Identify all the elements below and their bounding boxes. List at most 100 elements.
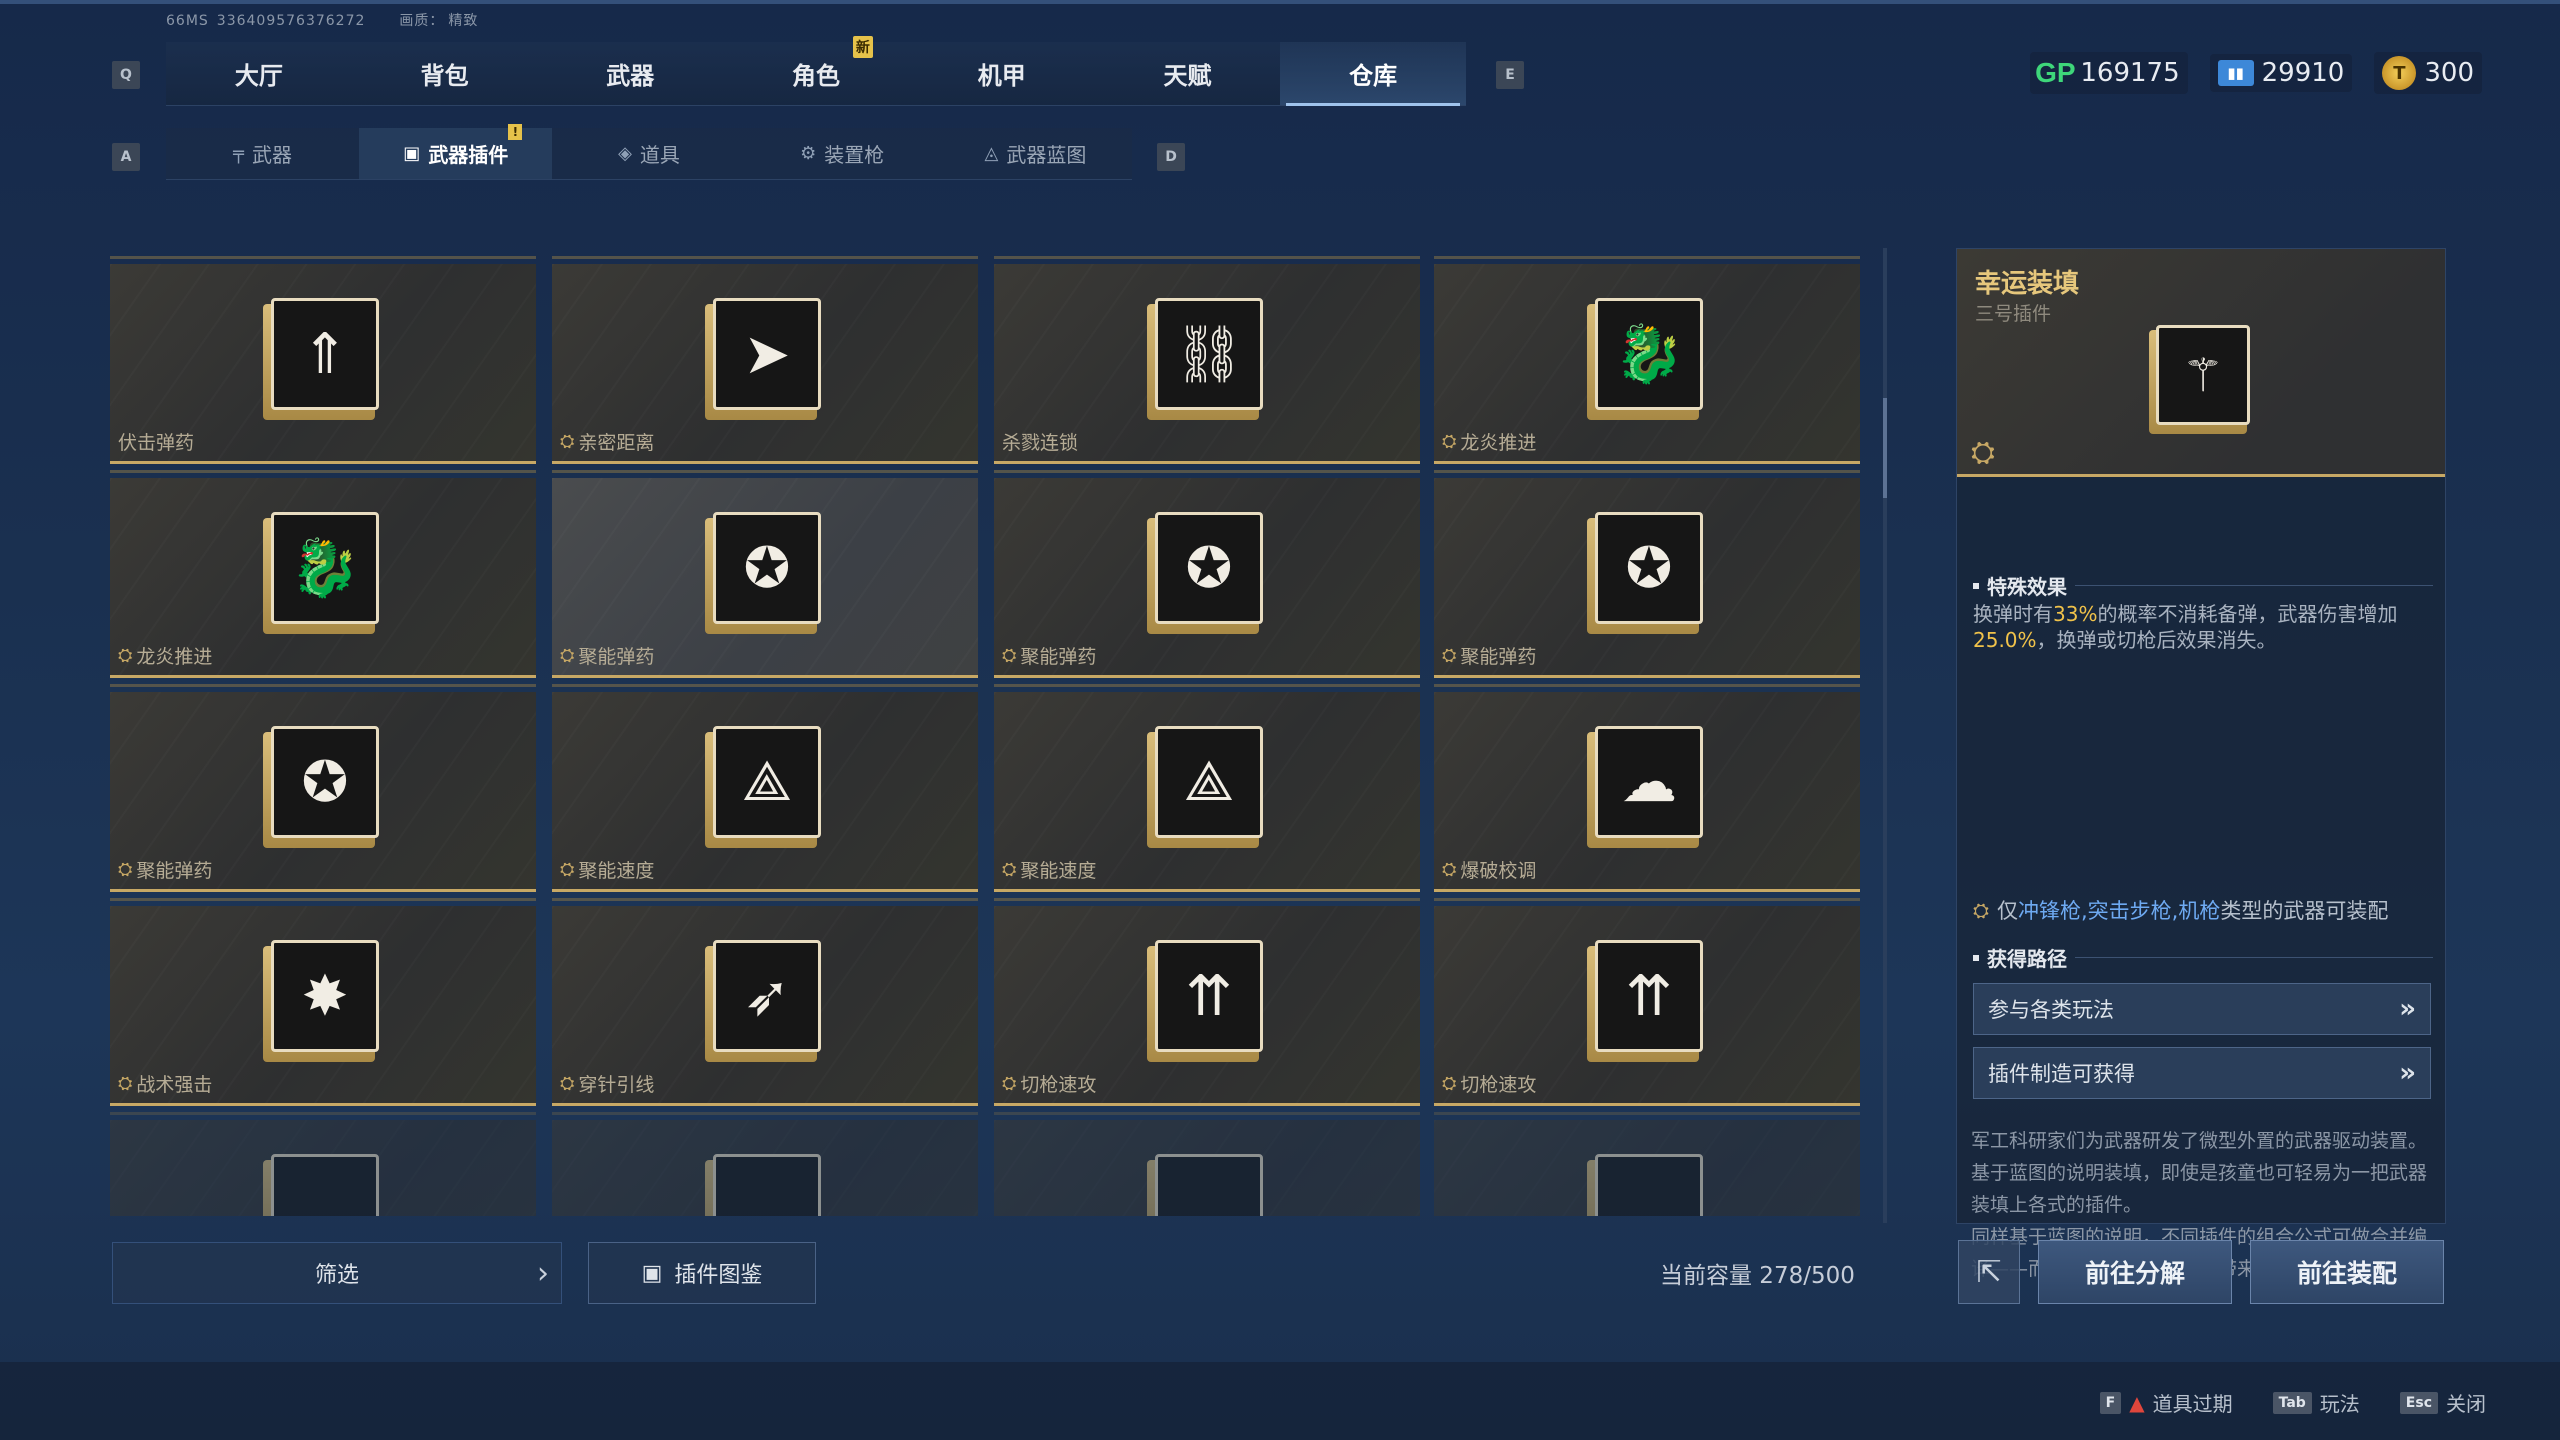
plugin-glyph: ☁: [1595, 726, 1703, 838]
plugin-mark-icon: ⛭: [1002, 859, 1017, 880]
section-label: 获得路径: [1987, 947, 2067, 971]
plugin-card[interactable]: ✪ ⛭ 聚能弹药: [994, 470, 1420, 678]
plugin-name: 穿针引线: [578, 1074, 655, 1096]
plugin-name: 杀戮连锁: [1002, 432, 1079, 454]
hint-label: 道具过期: [2152, 1392, 2233, 1416]
plugin-glyph: ⇈: [1595, 940, 1703, 1052]
key-d-hint[interactable]: D: [1157, 143, 1185, 171]
plugin-card[interactable]: 🐉 ⛭ 龙炎推进: [110, 470, 536, 678]
capacity-readout: 当前容量 278/500: [1660, 1263, 1855, 1289]
plugin-glyph: ✪: [1595, 512, 1703, 624]
plugin-mark-icon: ⛭: [560, 859, 575, 880]
quality-value: 精致: [448, 13, 479, 29]
currency-ticket[interactable]: ▮▮ 29910: [2209, 54, 2353, 92]
subtab-label: 武器: [252, 143, 293, 167]
plugin-card[interactable]: 🐉 ⛭ 龙炎推进: [1434, 256, 1860, 464]
filter-button[interactable]: 筛选 ›: [112, 1242, 562, 1304]
plugin-label: ⛭ 聚能弹药: [118, 856, 212, 883]
plugin-card[interactable]: ⛓ 杀戮连锁: [994, 256, 1420, 464]
effect-chance: 33%: [2053, 602, 2098, 626]
hint-close[interactable]: Esc 关闭: [2399, 1388, 2486, 1417]
subtab-items[interactable]: ◈ 道具: [552, 128, 745, 179]
plugin-card[interactable]: ☁ ⛭ 爆破校调: [1434, 684, 1860, 892]
tab-characters[interactable]: 角色新: [723, 36, 909, 105]
double-chevron-icon: »: [2399, 994, 2416, 1024]
scrollbar-thumb[interactable]: [1883, 398, 1887, 498]
plugin-label: ⛭ 爆破校调: [1442, 856, 1536, 883]
plugin-card-partial[interactable]: [552, 1112, 978, 1216]
key-esc: Esc: [2399, 1391, 2438, 1414]
currency-coin[interactable]: T 300: [2374, 52, 2482, 94]
effect-text: 换弹时有33%的概率不消耗备弹，武器伤害增加 25.0%，换弹或切枪后效果消失。: [1973, 567, 2435, 653]
plugin-mark-icon: ⛭: [1973, 898, 1989, 922]
tab-mecha[interactable]: 机甲: [909, 42, 1095, 105]
effect-part: 的概率不消耗备弹，武器伤害增加: [2097, 602, 2398, 626]
plugin-card[interactable]: ➶ ⛭ 穿针引线: [552, 898, 978, 1106]
subtab-weapons[interactable]: ╤ 武器: [166, 128, 359, 179]
plugin-card[interactable]: ⇑ 伏击弹药: [110, 256, 536, 464]
key-e-hint[interactable]: E: [1496, 61, 1524, 89]
effect-part: 换弹时有: [1973, 602, 2053, 626]
share-icon[interactable]: ⇱: [1958, 1240, 2020, 1304]
hint-expired[interactable]: F ▲ 道具过期: [2099, 1388, 2233, 1417]
plugin-glyph: ✪: [1155, 512, 1263, 624]
plugin-icon: ☁: [1587, 726, 1703, 848]
decompose-button[interactable]: 前往分解: [2038, 1240, 2232, 1304]
subtab-blueprints[interactable]: ◬ 武器蓝图: [939, 128, 1132, 179]
currency-gp[interactable]: GP 169175: [2030, 52, 2188, 94]
tab-warehouse[interactable]: 仓库: [1280, 42, 1467, 106]
path-button-modes[interactable]: 参与各类玩法 »: [1973, 983, 2431, 1035]
plugin-card[interactable]: ⟁ ⛭ 聚能速度: [994, 684, 1420, 892]
plugin-icon: 🐉: [1587, 298, 1703, 420]
plugin-icon: ✪: [705, 512, 821, 634]
tab-talents[interactable]: 天赋: [1095, 42, 1281, 105]
tab-label: 武器: [606, 62, 655, 90]
gp-icon: GP: [2035, 57, 2076, 88]
plugin-label: ⛭ 战术强击: [118, 1070, 212, 1097]
effect-damage: 25.0%: [1973, 628, 2037, 652]
plugin-glyph: ✸: [271, 940, 379, 1052]
plugin-glyph: 🐉: [271, 512, 379, 624]
plugin-icon: [705, 1154, 821, 1216]
tab-backpack[interactable]: 背包: [352, 42, 538, 105]
subtab-weapon-plugins[interactable]: ▣ 武器插件!: [359, 124, 553, 179]
plugin-name: 聚能速度: [1020, 860, 1097, 882]
plugin-name: 切枪速攻: [1020, 1074, 1097, 1096]
key-a-hint[interactable]: A: [112, 143, 140, 171]
plugin-label: ⛭ 聚能弹药: [1442, 642, 1536, 669]
plugin-card[interactable]: ⟁ ⛭ 聚能速度: [552, 684, 978, 892]
grid-scrollbar[interactable]: [1883, 248, 1887, 1223]
key-q-hint[interactable]: Q: [112, 61, 140, 89]
hint-modes[interactable]: Tab 玩法: [2272, 1388, 2360, 1417]
plugin-mark-icon: ⛭: [1442, 1073, 1457, 1094]
plugin-grid: ⇑ 伏击弹药 ➤ ⛭ 亲密距离 ⛓ 杀戮连锁 🐉 ⛭ 龙炎推进 🐉 ⛭ 龙炎推进 ✪ ⛭ 聚能弹药 ✪ ⛭ 聚能弹药…: [110, 238, 1862, 1216]
detail-panel: 幸运装填 三号插件 ⚚ ⛭ 特殊效果 换弹时有33%的概率不消耗备弹，武器伤害增…: [1956, 248, 2446, 1280]
tab-label: 天赋: [1163, 62, 1212, 90]
blueprint-icon: ◬: [984, 143, 999, 164]
plugin-card-partial[interactable]: [110, 1112, 536, 1216]
equip-button[interactable]: 前往装配: [2250, 1240, 2444, 1304]
plugin-card[interactable]: ✸ ⛭ 战术强击: [110, 898, 536, 1106]
plugin-mark-icon: ⛭: [560, 645, 575, 666]
plugin-card[interactable]: ✪ ⛭ 聚能弹药: [110, 684, 536, 892]
hint-label: 玩法: [2319, 1392, 2360, 1416]
plugin-card[interactable]: ✪ ⛭ 聚能弹药: [552, 470, 978, 678]
subtab-device-gun[interactable]: ⚙ 装置枪: [746, 128, 939, 179]
subtab-label: 道具: [639, 143, 680, 167]
plugin-atlas-button[interactable]: ▣ 插件图鉴: [588, 1242, 816, 1304]
plugin-card[interactable]: ⇈ ⛭ 切枪速攻: [994, 898, 1420, 1106]
tab-weapons[interactable]: 武器: [537, 42, 723, 105]
plugin-card[interactable]: ✪ ⛭ 聚能弹药: [1434, 470, 1860, 678]
key-tab: Tab: [2272, 1391, 2312, 1414]
plugin-name: 聚能弹药: [1020, 646, 1097, 668]
tab-lobby[interactable]: 大厅: [166, 42, 352, 105]
plugin-card-partial[interactable]: [994, 1112, 1420, 1216]
path-button-crafting[interactable]: 插件制造可获得 »: [1973, 1047, 2431, 1099]
plugin-label: ⛭ 穿针引线: [560, 1070, 654, 1097]
plugin-glyph: ⇈: [1155, 940, 1263, 1052]
plugin-card[interactable]: ⇈ ⛭ 切枪速攻: [1434, 898, 1860, 1106]
tab-label: 角色: [792, 62, 841, 90]
plugin-card[interactable]: ➤ ⛭ 亲密距离: [552, 256, 978, 464]
plugin-icon: 🐉: [263, 512, 379, 634]
plugin-card-partial[interactable]: [1434, 1112, 1860, 1216]
